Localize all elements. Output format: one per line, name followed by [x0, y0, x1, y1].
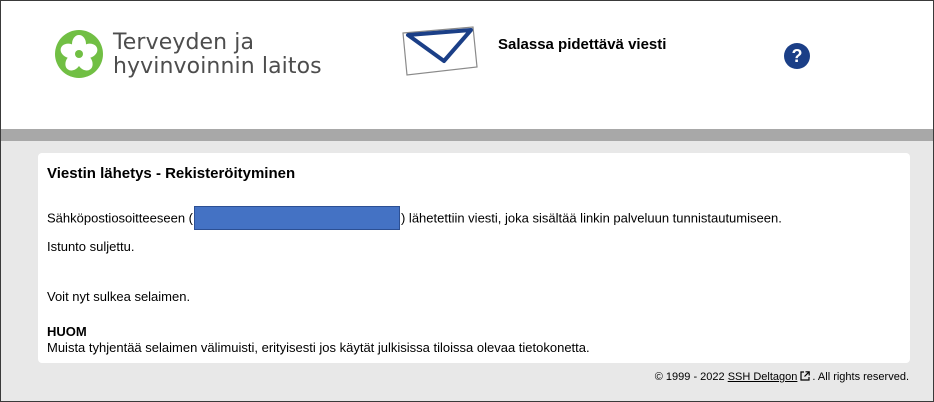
email-sent-message: Sähköpostiosoitteeseen ( ) lähetettiin vi…: [47, 206, 782, 231]
email-sent-suffix: ) lähetettiin viesti, joka sisältää link…: [400, 210, 782, 226]
external-link-icon: [800, 371, 811, 381]
header: Terveyden ja hyvinvoinnin laitos Salassa…: [1, 1, 933, 129]
redacted-email: [193, 206, 400, 230]
email-sent-prefix: Sähköpostiosoitteeseen (: [47, 210, 193, 226]
secure-message-title: Salassa pidettävä viesti: [498, 36, 667, 53]
session-closed-text: Istunto suljettu.: [47, 239, 135, 254]
organization-name: Terveyden ja hyvinvoinnin laitos: [113, 31, 322, 79]
flower-logo-icon: [55, 30, 103, 78]
org-name-line2: hyvinvoinnin laitos: [113, 54, 322, 79]
rights-text: . All rights reserved.: [812, 371, 909, 383]
notice-heading: HUOM: [47, 324, 87, 339]
ssh-deltagon-link[interactable]: SSH Deltagon: [728, 371, 798, 383]
footer: © 1999 - 2022 SSH Deltagon . All rights r…: [1, 371, 909, 383]
page-frame: Terveyden ja hyvinvoinnin laitos Salassa…: [0, 0, 934, 402]
notice-text: Muista tyhjentää selaimen välimuisti, er…: [47, 340, 590, 355]
message-card: Viestin lähetys - Rekisteröityminen Sähk…: [38, 153, 910, 363]
copyright-text: © 1999 - 2022: [654, 371, 728, 383]
card-title: Viestin lähetys - Rekisteröityminen: [47, 165, 296, 182]
header-divider-band: [1, 129, 933, 141]
envelope-icon: [399, 25, 479, 77]
help-icon[interactable]: ?: [784, 43, 810, 69]
close-browser-text: Voit nyt sulkea selaimen.: [47, 289, 191, 304]
org-name-line1: Terveyden ja: [113, 30, 255, 55]
